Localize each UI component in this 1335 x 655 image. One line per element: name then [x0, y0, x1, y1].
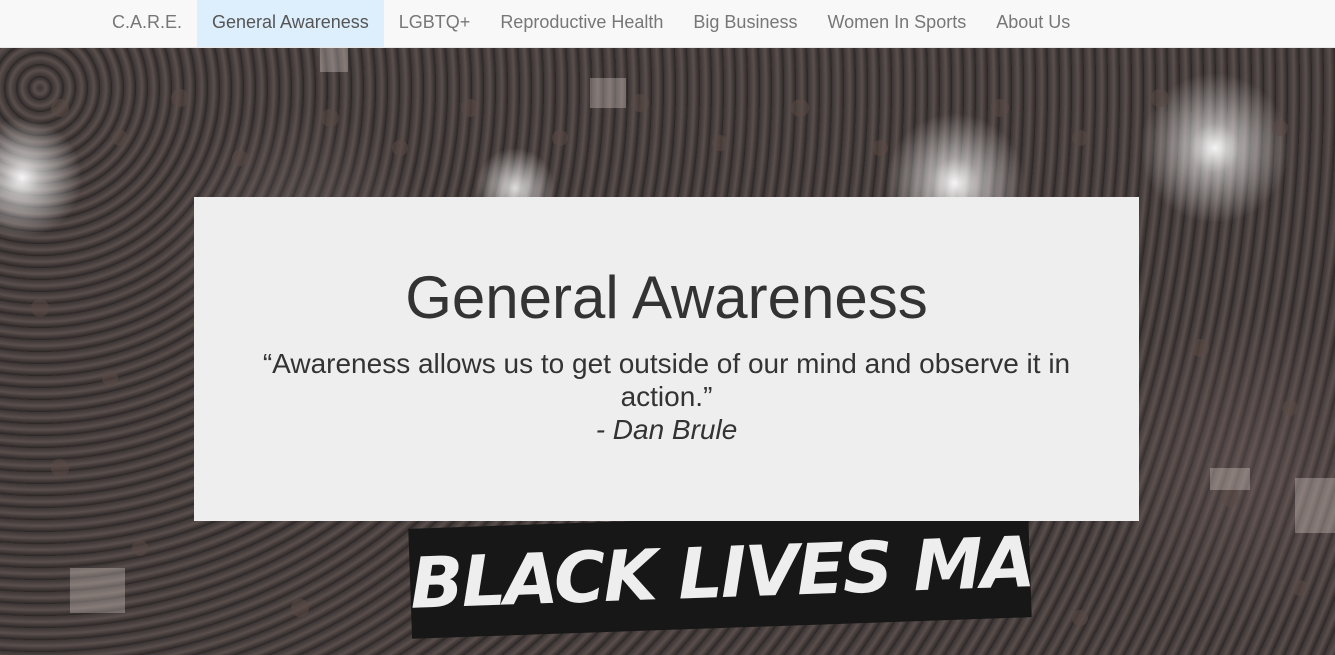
jumbotron: General Awareness “Awareness allows us t…: [194, 197, 1139, 521]
quote-block: “Awareness allows us to get outside of o…: [224, 347, 1109, 446]
nav-item-women-in-sports[interactable]: Women In Sports: [812, 0, 981, 47]
nav-item-care[interactable]: C.A.R.E.: [97, 0, 197, 47]
top-navbar: C.A.R.E. General Awareness LGBTQ+ Reprod…: [0, 0, 1335, 48]
nav-item-reproductive-health[interactable]: Reproductive Health: [485, 0, 678, 47]
quote-text: “Awareness allows us to get outside of o…: [262, 348, 1071, 412]
protest-banner: BLACK LIVES MATTER: [408, 507, 1032, 639]
nav-item-lgbtq[interactable]: LGBTQ+: [384, 0, 486, 47]
nav-list: C.A.R.E. General Awareness LGBTQ+ Reprod…: [97, 0, 1085, 47]
nav-item-big-business[interactable]: Big Business: [678, 0, 812, 47]
page-title: General Awareness: [405, 264, 928, 331]
nav-item-general-awareness[interactable]: General Awareness: [197, 0, 384, 47]
quote-author: - Dan Brule: [595, 414, 738, 445]
nav-item-about-us[interactable]: About Us: [981, 0, 1085, 47]
